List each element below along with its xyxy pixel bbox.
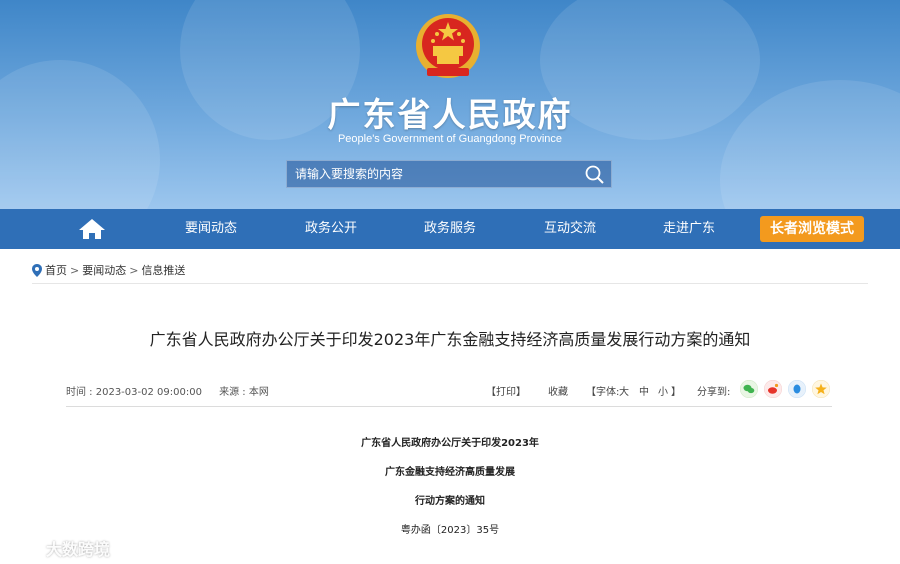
font-size-large[interactable]: 大: [619, 383, 629, 398]
article-source: 来源 : 本网: [219, 387, 269, 398]
article-meta: 时间 : 2023-03-02 09:00:00 来源 : 本网: [66, 383, 283, 398]
font-size-medium[interactable]: 中: [639, 383, 649, 398]
site-title: 广东省人民政府: [327, 95, 573, 134]
breadcrumb-home[interactable]: 首页: [45, 262, 67, 278]
location-pin-icon: [32, 263, 42, 277]
meta-divider: [66, 406, 832, 407]
share-label: 分享到:: [697, 387, 731, 398]
site-subtitle: People's Government of Guangdong Provinc…: [337, 133, 563, 145]
breadcrumb-separator: >: [129, 263, 139, 277]
elder-mode-button[interactable]: 长者浏览模式: [760, 216, 864, 242]
breadcrumb-separator: >: [70, 263, 80, 277]
breadcrumb: 首页 > 要闻动态 > 信息推送: [32, 262, 185, 278]
print-button[interactable]: 【打印】: [486, 383, 526, 398]
breadcrumb-info-push[interactable]: 信息推送: [141, 262, 185, 278]
site-header: 广东省人民政府 People's Government of Guangdong…: [0, 0, 900, 209]
favorite-button[interactable]: 收藏: [548, 383, 568, 398]
watermark-logo-icon: [8, 540, 41, 556]
nav-item-gov-affairs[interactable]: 政务公开: [281, 209, 381, 249]
watermark: 大数跨境: [8, 536, 110, 560]
qq-icon[interactable]: [788, 380, 806, 398]
qzone-icon[interactable]: [812, 380, 830, 398]
nav-item-interaction[interactable]: 互动交流: [520, 209, 620, 249]
publish-time: 时间 : 2023-03-02 09:00:00: [66, 387, 202, 398]
nav-item-gov-services[interactable]: 政务服务: [400, 209, 500, 249]
wechat-icon[interactable]: [740, 380, 758, 398]
doc-heading-line: 行动方案的通知: [415, 496, 485, 507]
article-title: 广东省人民政府办公厅关于印发2023年广东金融支持经济高质量发展行动方案的通知: [149, 330, 751, 349]
watermark-text: 大数跨境: [46, 540, 111, 559]
search-box: [286, 160, 612, 188]
search-input[interactable]: [287, 161, 575, 187]
nav-item-news[interactable]: 要闻动态: [161, 209, 261, 249]
national-emblem-icon: [416, 14, 480, 78]
search-icon[interactable]: [583, 163, 607, 185]
font-size-prefix: 【字体:: [586, 387, 620, 398]
font-size-suffix: 】: [671, 387, 681, 398]
doc-heading-line: 广东省人民政府办公厅关于印发2023年: [361, 438, 539, 449]
home-icon[interactable]: [78, 218, 106, 240]
breadcrumb-news[interactable]: 要闻动态: [82, 262, 126, 278]
font-size-small[interactable]: 小: [658, 383, 668, 398]
doc-heading-line: 广东金融支持经济高质量发展: [385, 467, 515, 478]
doc-number: 粤办函〔2023〕35号: [400, 525, 500, 536]
nav-item-about-guangdong[interactable]: 走进广东: [639, 209, 739, 249]
breadcrumb-divider: [32, 283, 868, 284]
weibo-icon[interactable]: [764, 380, 782, 398]
